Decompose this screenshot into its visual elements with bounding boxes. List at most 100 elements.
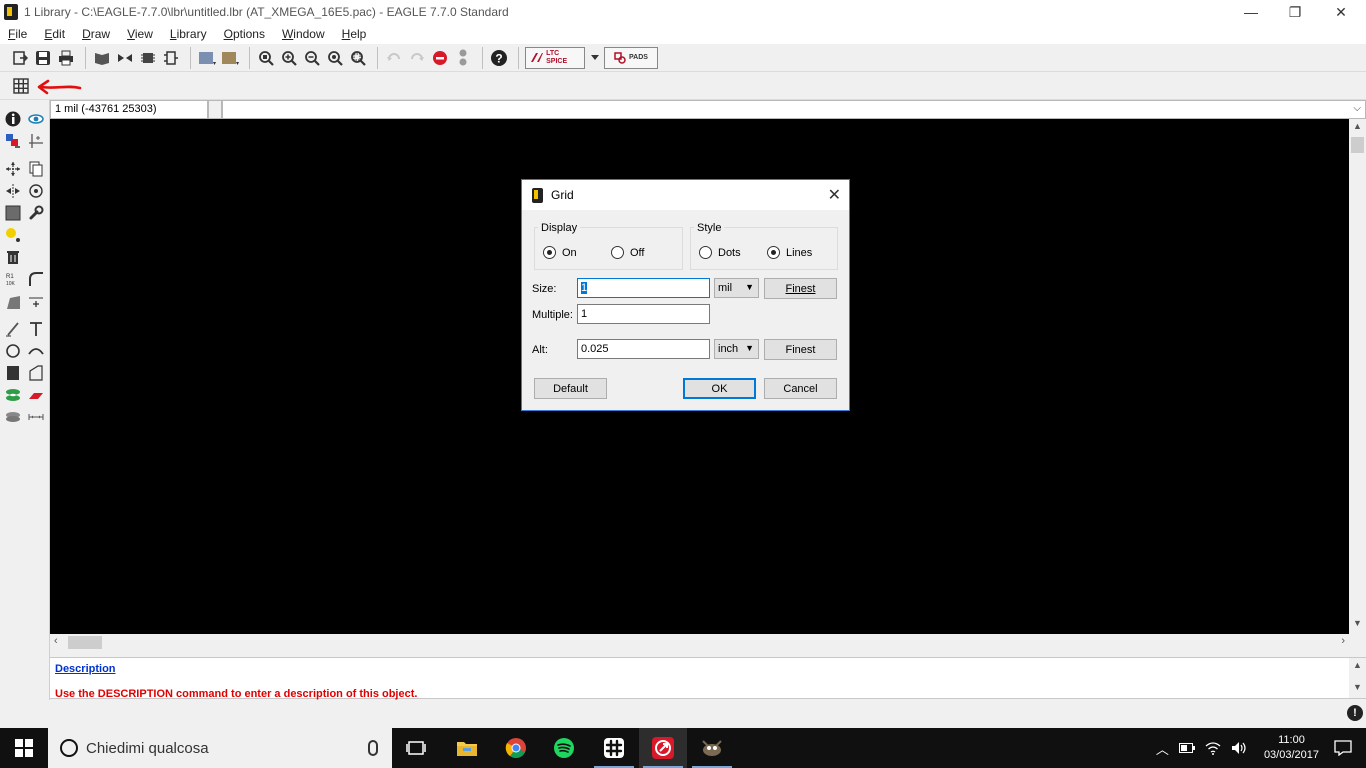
- taskbar-search-box[interactable]: Chiedimi qualcosa: [48, 728, 392, 768]
- help-icon[interactable]: ?: [489, 48, 509, 68]
- dimension-icon[interactable]: [27, 408, 45, 426]
- menu-draw[interactable]: Draw: [82, 27, 110, 41]
- hole-icon[interactable]: [4, 408, 22, 426]
- spotify-button[interactable]: [540, 728, 588, 768]
- scroll-up-icon[interactable]: ▲: [1349, 660, 1366, 670]
- package-transfer-icon[interactable]: [115, 48, 135, 68]
- volume-icon[interactable]: [1231, 741, 1249, 755]
- display-on-radio[interactable]: On: [543, 246, 577, 259]
- size-unit-select[interactable]: mil ▼: [714, 278, 759, 298]
- ltspice-dropdown-icon[interactable]: [589, 48, 601, 68]
- save-icon[interactable]: [33, 48, 53, 68]
- task-view-button[interactable]: [392, 728, 440, 768]
- command-line-input[interactable]: ⌵: [222, 100, 1366, 119]
- menu-view[interactable]: View: [127, 27, 153, 41]
- size-finest-button[interactable]: Finest: [764, 278, 837, 299]
- vertical-scroll-thumb[interactable]: [1351, 137, 1364, 153]
- battery-icon[interactable]: [1178, 743, 1195, 753]
- gimp-button[interactable]: [688, 728, 736, 768]
- slack-button[interactable]: [590, 728, 638, 768]
- start-button[interactable]: [0, 728, 48, 768]
- description-link[interactable]: Description: [55, 663, 116, 675]
- size-input[interactable]: 1: [577, 278, 710, 298]
- multiple-input[interactable]: 1: [577, 304, 710, 324]
- chevron-up-icon[interactable]: ︿: [1156, 739, 1169, 758]
- script-icon[interactable]: [197, 48, 217, 68]
- pads-button[interactable]: PADS: [604, 46, 658, 69]
- show-eye-icon[interactable]: [27, 110, 45, 128]
- menu-help[interactable]: Help: [342, 27, 367, 41]
- default-button[interactable]: Default: [534, 378, 607, 399]
- eagle-task-button[interactable]: [639, 728, 687, 768]
- microphone-icon[interactable]: [368, 740, 378, 756]
- restore-button[interactable]: ❐: [1272, 0, 1318, 24]
- menu-window[interactable]: Window: [282, 27, 325, 41]
- polygon-icon[interactable]: [27, 364, 45, 382]
- scroll-down-icon[interactable]: ▼: [1349, 682, 1366, 692]
- menu-edit[interactable]: Edit: [44, 27, 65, 41]
- vertical-scrollbar[interactable]: ▲ ▼: [1349, 119, 1366, 634]
- arc-icon[interactable]: [27, 342, 45, 360]
- zoom-out-icon[interactable]: [302, 48, 322, 68]
- command-history-dropdown-icon[interactable]: ⌵: [1353, 103, 1361, 114]
- symbol-icon[interactable]: [161, 48, 181, 68]
- zoom-redraw-icon[interactable]: [325, 48, 345, 68]
- description-scrollbar[interactable]: ▲ ▼: [1349, 658, 1366, 698]
- scroll-up-icon[interactable]: ▲: [1349, 121, 1366, 135]
- scroll-right-icon[interactable]: ›: [1341, 635, 1345, 647]
- delete-icon[interactable]: [4, 248, 22, 266]
- scroll-left-icon[interactable]: ‹: [54, 635, 58, 647]
- circle-icon[interactable]: [4, 342, 22, 360]
- miter-icon[interactable]: [27, 270, 45, 288]
- zoom-select-icon[interactable]: [348, 48, 368, 68]
- ltspice-button[interactable]: LTC SPICE: [525, 46, 585, 69]
- alt-finest-button[interactable]: Finest: [764, 339, 837, 360]
- style-lines-radio[interactable]: Lines: [767, 246, 812, 259]
- scroll-down-icon[interactable]: ▼: [1349, 618, 1366, 632]
- copy-icon[interactable]: [27, 160, 45, 178]
- style-dots-radio[interactable]: Dots: [699, 246, 741, 259]
- pad-icon[interactable]: [4, 386, 22, 404]
- device-icon[interactable]: [138, 48, 158, 68]
- cancel-button[interactable]: Cancel: [764, 378, 837, 399]
- horizontal-scroll-thumb[interactable]: [68, 636, 102, 649]
- rotate-icon[interactable]: [27, 182, 45, 200]
- paste-icon[interactable]: [4, 226, 22, 244]
- close-window-button[interactable]: ✕: [1318, 0, 1364, 24]
- menu-library[interactable]: Library: [170, 27, 207, 41]
- alt-unit-select[interactable]: inch ▼: [714, 339, 759, 359]
- display-off-radio[interactable]: Off: [611, 246, 644, 259]
- group-icon[interactable]: [4, 204, 22, 222]
- info-icon[interactable]: [4, 110, 22, 128]
- smd-icon[interactable]: [27, 386, 45, 404]
- wire-icon[interactable]: [4, 320, 22, 338]
- notifications-icon[interactable]: [1334, 740, 1352, 756]
- rectangle-icon[interactable]: [4, 364, 22, 382]
- chrome-button[interactable]: [492, 728, 540, 768]
- file-explorer-button[interactable]: [443, 728, 491, 768]
- stop-command-icon[interactable]: [430, 48, 450, 68]
- zoom-fit-icon[interactable]: [256, 48, 276, 68]
- menu-file[interactable]: File: [8, 27, 27, 41]
- ulp-icon[interactable]: [220, 48, 240, 68]
- display-layers-icon[interactable]: [4, 132, 22, 150]
- horizontal-scrollbar[interactable]: ‹ ›: [50, 634, 1349, 651]
- wifi-icon[interactable]: [1205, 741, 1221, 755]
- mark-icon[interactable]: [27, 132, 45, 150]
- minimize-button[interactable]: —: [1228, 0, 1274, 24]
- stop-icon[interactable]: !: [1347, 705, 1363, 721]
- text-icon[interactable]: [27, 320, 45, 338]
- book-icon[interactable]: [92, 48, 112, 68]
- print-icon[interactable]: [56, 48, 76, 68]
- name-value-icon[interactable]: R1 10K: [4, 270, 22, 288]
- change-wrench-icon[interactable]: [27, 204, 45, 222]
- taskbar-clock[interactable]: 11:00 03/03/2017: [1264, 733, 1319, 763]
- zoom-in-icon[interactable]: [279, 48, 299, 68]
- open-icon[interactable]: [10, 48, 30, 68]
- split-icon[interactable]: [4, 293, 22, 311]
- mirror-icon[interactable]: [4, 182, 22, 200]
- dialog-close-icon[interactable]: ✕: [828, 185, 841, 205]
- move-icon[interactable]: [4, 160, 22, 178]
- grid-icon[interactable]: [11, 76, 31, 96]
- optimize-icon[interactable]: [27, 293, 45, 311]
